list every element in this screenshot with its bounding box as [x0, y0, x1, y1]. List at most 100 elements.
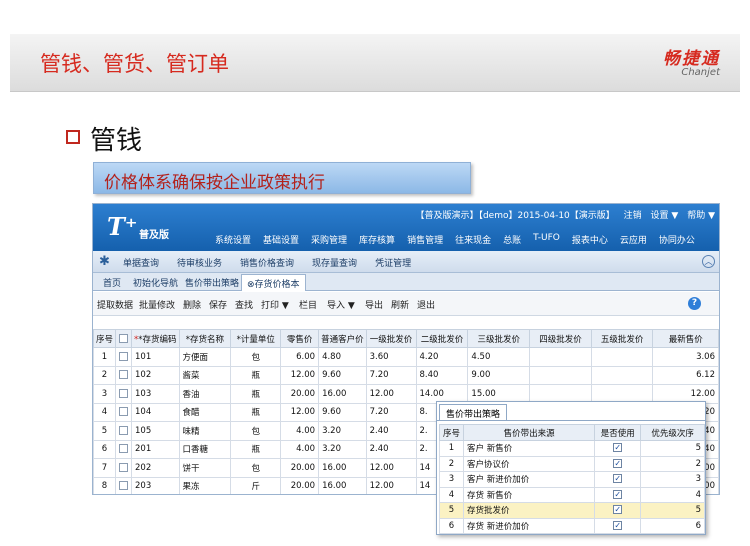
table-cell[interactable]: 4.50 — [467, 347, 531, 367]
table-cell[interactable]: 8.40 — [415, 365, 469, 385]
table-cell[interactable]: 2.40 — [365, 421, 417, 441]
table-cell[interactable]: 7.20 — [365, 365, 417, 385]
table-cell[interactable]: 9.60 — [318, 365, 367, 385]
table-cell[interactable] — [590, 365, 654, 385]
table-cell[interactable]: 2 — [93, 365, 117, 385]
table-cell[interactable]: 16.00 — [318, 458, 367, 478]
export-button[interactable]: 导出 — [365, 298, 383, 311]
row-checkbox[interactable] — [115, 384, 133, 404]
col-header[interactable]: 序号 — [93, 329, 117, 348]
table-cell[interactable]: 105 — [131, 421, 180, 441]
table-cell[interactable]: 瓶 — [230, 439, 282, 459]
table-cell[interactable]: 包 — [230, 458, 282, 478]
col-header[interactable]: 最新售价 — [652, 329, 719, 348]
priority-order[interactable]: 3 — [640, 471, 705, 488]
table-cell[interactable]: 果冻 — [178, 476, 232, 494]
popup-tab[interactable]: 售价带出策略 — [439, 404, 508, 420]
use-checkbox[interactable]: ✓ — [594, 440, 642, 457]
col-header[interactable]: **存货编码 — [131, 329, 180, 348]
table-cell[interactable]: 3.20 — [318, 421, 367, 441]
row-checkbox[interactable] — [115, 439, 133, 459]
table-cell[interactable]: 104 — [131, 402, 180, 422]
col-header[interactable]: *计量单位 — [230, 329, 282, 348]
table-cell[interactable]: 3 — [93, 384, 117, 404]
table-cell[interactable]: 20.00 — [280, 458, 320, 478]
table-cell[interactable]: 香油 — [178, 384, 232, 404]
quick-link[interactable]: 单据查询 — [123, 256, 159, 269]
table-cell[interactable]: 3.06 — [652, 347, 719, 367]
table-cell[interactable]: 103 — [131, 384, 180, 404]
table-cell[interactable]: 方便面 — [178, 347, 232, 367]
table-cell[interactable]: 12.00 — [365, 458, 417, 478]
table-row[interactable]: 1 101 方便面包 6.00 4.80 3.60 4.20 4.50 3.06 — [93, 347, 719, 367]
import-button[interactable]: 导入 ▼ — [327, 298, 355, 311]
row-checkbox[interactable] — [115, 402, 133, 422]
strategy-row[interactable]: 6 存货 新进价加价 ✓ 6 — [438, 517, 705, 534]
table-row[interactable]: 2 102 酱菜瓶 12.00 9.60 7.20 8.40 9.00 6.12 — [93, 365, 719, 385]
tab-init-nav[interactable]: 初始化导航 — [133, 276, 178, 289]
menu-item[interactable]: 往来现金 — [455, 233, 491, 246]
priority-order[interactable]: 4 — [640, 486, 705, 503]
menu-item[interactable]: 协同办公 — [659, 233, 695, 246]
table-cell[interactable]: 7 — [93, 458, 117, 478]
quick-link[interactable]: 销售价格查询 — [240, 256, 294, 269]
col-header[interactable]: 四级批发价 — [529, 329, 592, 348]
table-cell[interactable]: 12.00 — [365, 384, 417, 404]
use-checkbox[interactable]: ✓ — [594, 517, 642, 534]
quick-link[interactable]: 待审核业务 — [177, 256, 222, 269]
logout-link[interactable]: 注销 — [624, 211, 642, 221]
col-header[interactable]: 五级批发价 — [590, 329, 654, 348]
table-cell[interactable]: 4.00 — [280, 421, 320, 441]
collapse-icon[interactable]: ︿ — [702, 255, 715, 268]
table-cell[interactable]: 瓶 — [230, 365, 282, 385]
menu-item[interactable]: 云应用 — [620, 233, 647, 246]
table-cell[interactable]: 2.40 — [365, 439, 417, 459]
table-cell[interactable]: 4.00 — [280, 439, 320, 459]
menu-item[interactable]: T-UFO — [533, 233, 560, 246]
table-cell[interactable]: 1 — [93, 347, 117, 367]
table-cell[interactable]: 12.00 — [280, 402, 320, 422]
tab-home[interactable]: 首页 — [103, 276, 121, 289]
batch-edit-button[interactable]: 批量修改 — [139, 298, 175, 311]
menu-item[interactable]: 系统设置 — [215, 233, 251, 246]
table-cell[interactable]: 5 — [93, 421, 117, 441]
col-header[interactable]: *存货名称 — [178, 329, 232, 348]
print-button[interactable]: 打印 ▼ — [261, 298, 289, 311]
table-cell[interactable]: 饼干 — [178, 458, 232, 478]
table-cell[interactable]: 9.60 — [318, 402, 367, 422]
col-header[interactable]: 一级批发价 — [365, 329, 417, 348]
row-checkbox[interactable] — [115, 476, 133, 494]
refresh-button[interactable]: 刷新 — [391, 298, 409, 311]
table-cell[interactable]: 瓶 — [230, 402, 282, 422]
col-header[interactable]: 三级批发价 — [467, 329, 531, 348]
priority-order[interactable]: 2 — [640, 455, 705, 472]
menu-item[interactable]: 采购管理 — [311, 233, 347, 246]
table-cell[interactable]: 6 — [93, 439, 117, 459]
table-cell[interactable]: 6.12 — [652, 365, 719, 385]
col-header[interactable]: 零售价 — [280, 329, 320, 348]
table-cell[interactable]: 斤 — [230, 476, 282, 494]
table-cell[interactable]: 4.80 — [318, 347, 367, 367]
tab-price-book[interactable]: ⊗存货价格本 — [241, 274, 306, 291]
use-checkbox[interactable]: ✓ — [594, 502, 642, 519]
table-cell[interactable]: 味精 — [178, 421, 232, 441]
table-cell[interactable]: 3.20 — [318, 439, 367, 459]
table-cell[interactable] — [590, 347, 654, 367]
extract-data-button[interactable]: 提取数据 — [97, 298, 133, 311]
select-all-checkbox[interactable] — [115, 329, 133, 348]
tab-price-strategy[interactable]: 售价带出策略 — [185, 276, 239, 289]
find-button[interactable]: 查找 — [235, 298, 253, 311]
settings-menu[interactable]: 设置 ▼ — [651, 211, 679, 221]
table-cell[interactable]: 101 — [131, 347, 180, 367]
table-cell[interactable]: 包 — [230, 421, 282, 441]
table-cell[interactable]: 3.60 — [365, 347, 417, 367]
priority-order[interactable]: 5 — [640, 502, 705, 519]
strategy-row[interactable]: 3 客户 新进价加价 ✓ 3 — [438, 471, 705, 488]
priority-order[interactable]: 6 — [640, 517, 705, 534]
table-cell[interactable]: 酱菜 — [178, 365, 232, 385]
table-cell[interactable]: 包 — [230, 347, 282, 367]
help-icon[interactable]: ? — [688, 297, 701, 310]
columns-button[interactable]: 栏目 — [299, 298, 317, 311]
priority-order[interactable]: 5 — [640, 440, 705, 457]
save-button[interactable]: 保存 — [209, 298, 227, 311]
